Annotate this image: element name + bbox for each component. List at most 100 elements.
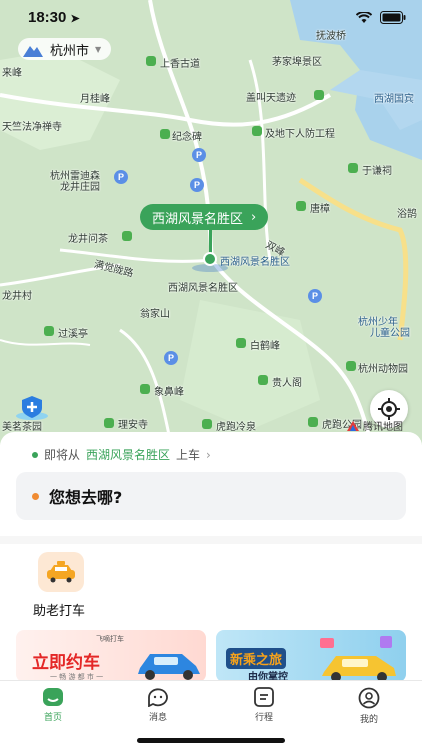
poi-marker [346, 361, 356, 371]
map-label: 纪念碑 [172, 132, 202, 143]
map-label: 虎跑冷泉 [216, 422, 256, 433]
tab-label: 我的 [359, 715, 378, 725]
tab-label: 消息 [148, 713, 167, 723]
blue-car-icon [138, 654, 200, 680]
poi-marker [348, 163, 358, 173]
elder-taxi-label: 助老打车 [33, 604, 86, 619]
map-label: 翁家山 [140, 309, 170, 320]
pickup-dot-icon [32, 451, 38, 458]
pickup-place: 西湖风景名胜区 [86, 448, 171, 462]
poi-marker [104, 418, 114, 428]
map-label: 西湖风景名胜区 [168, 283, 238, 294]
map-label: 茅家埠景区 [272, 57, 322, 68]
chevron-right-icon: › [251, 209, 257, 225]
poi-marker [258, 375, 268, 385]
screen: 抚波桥 上香古道 茅家埠景区 来峰 月桂峰 盖叫天遗迹 西湖国宾 天竺法净禅寺 … [0, 0, 422, 750]
time-text: 18:30 [28, 9, 67, 26]
parking-icon: P [164, 351, 178, 365]
tencent-map-logo-icon [347, 420, 359, 431]
section-divider [0, 536, 422, 544]
map-label: 理安寺 [118, 420, 148, 431]
pickup-point-name: 西湖风景名胜区 [152, 211, 244, 227]
poi-marker [236, 338, 246, 348]
map-label: 象鼻峰 [154, 387, 184, 398]
status-time: 18:30 ➤ [28, 9, 80, 26]
map-label: 西湖风景名胜区 [220, 257, 290, 268]
city-skyline-icon [23, 46, 43, 57]
tab-messages[interactable]: 消息 [128, 687, 188, 723]
map-label: 龙井村 [2, 291, 32, 302]
trip-icon [254, 687, 274, 707]
destination-placeholder: 您想去哪? [49, 488, 123, 507]
promo-title: 立即约车 [32, 653, 100, 673]
map-label: 来峰 [2, 68, 22, 79]
pickup-info[interactable]: 即将从 西湖风景名胜区 上车 › [32, 446, 211, 463]
home-icon [43, 688, 63, 706]
tab-home[interactable]: 首页 [23, 687, 83, 723]
promo-title: 新乘之旅 [226, 648, 287, 669]
map-label: 于谦祠 [362, 166, 392, 177]
elder-taxi-button[interactable] [38, 552, 84, 592]
parking-icon: P [190, 178, 204, 192]
poi-marker [122, 231, 132, 241]
poi-marker [296, 201, 306, 211]
parking-icon: P [192, 148, 206, 162]
pickup-suffix: 上车 [176, 448, 201, 462]
parking-icon: P [114, 170, 128, 184]
chevron-right-icon: › [206, 447, 211, 462]
tab-trips[interactable]: 行程 [234, 687, 294, 723]
poi-marker [308, 417, 318, 427]
tab-profile[interactable]: 我的 [339, 687, 399, 725]
map-provider-logo: 腾讯地图 [346, 418, 403, 433]
map-label: 盖叫天遗迹 [246, 93, 296, 104]
chevron-down-icon: ▼ [95, 44, 102, 54]
map-label: 儿童公园 [370, 328, 410, 339]
map-label: 白鹤峰 [250, 341, 280, 352]
map-provider-text: 腾讯地图 [363, 422, 403, 433]
status-bar: 18:30 ➤ [0, 0, 422, 38]
parking-icon: P [308, 289, 322, 303]
promo-banner-new-ride[interactable]: 新乘之旅 由你掌控 [216, 630, 406, 682]
crosshair-icon [378, 398, 400, 420]
pickup-prefix: 即将从 [44, 448, 81, 462]
safety-shield-icon[interactable] [14, 394, 50, 420]
destination-input[interactable]: 您想去哪? [16, 472, 406, 520]
promo-brand: 飞嘀打车 [96, 635, 124, 643]
destination-dot-icon [32, 492, 39, 500]
map-label: 过溪亭 [58, 329, 88, 340]
map-label: 浴鹄 [397, 209, 417, 220]
city-name: 杭州市 [50, 42, 90, 58]
poi-marker [140, 384, 150, 394]
location-arrow-icon: ➤ [70, 13, 80, 25]
yellow-car-icon [320, 636, 396, 682]
map-label: 贵人阁 [272, 378, 302, 389]
map-view[interactable]: 抚波桥 上香古道 茅家埠景区 来峰 月桂峰 盖叫天遗迹 西湖国宾 天竺法净禅寺 … [0, 0, 422, 445]
poi-marker [146, 56, 156, 66]
message-icon [148, 688, 168, 707]
poi-marker [202, 419, 212, 429]
tab-label: 首页 [43, 713, 62, 723]
battery-icon [380, 11, 406, 24]
map-label: 西湖国宾 [374, 94, 414, 105]
map-label: 杭州动物园 [358, 364, 408, 375]
taxi-icon [47, 561, 75, 583]
city-selector[interactable]: 杭州市 ▼ [18, 38, 112, 60]
promo-banner-book-ride[interactable]: 飞嘀打车 立即约车 一 畅 游 都 市 一 [16, 630, 206, 682]
home-indicator [137, 738, 285, 743]
map-label: 龙井问茶 [68, 234, 108, 245]
map-label: 天竺法净禅寺 [2, 122, 62, 133]
pickup-point-bubble[interactable]: 西湖风景名胜区 › [140, 204, 269, 230]
wifi-icon [356, 11, 372, 23]
map-label: 上香古道 [160, 59, 200, 70]
status-icons [356, 11, 406, 24]
poi-marker [44, 326, 54, 336]
map-label: 月桂峰 [80, 94, 110, 105]
tab-label: 行程 [254, 713, 273, 723]
poi-marker [160, 129, 170, 139]
map-label: 唐樟 [310, 204, 330, 215]
profile-icon [358, 687, 380, 709]
map-label: 美茗茶园 [2, 422, 42, 433]
pickup-pin-icon [203, 252, 217, 266]
map-label: 及地下人防工程 [265, 129, 335, 140]
poi-marker [314, 90, 324, 100]
